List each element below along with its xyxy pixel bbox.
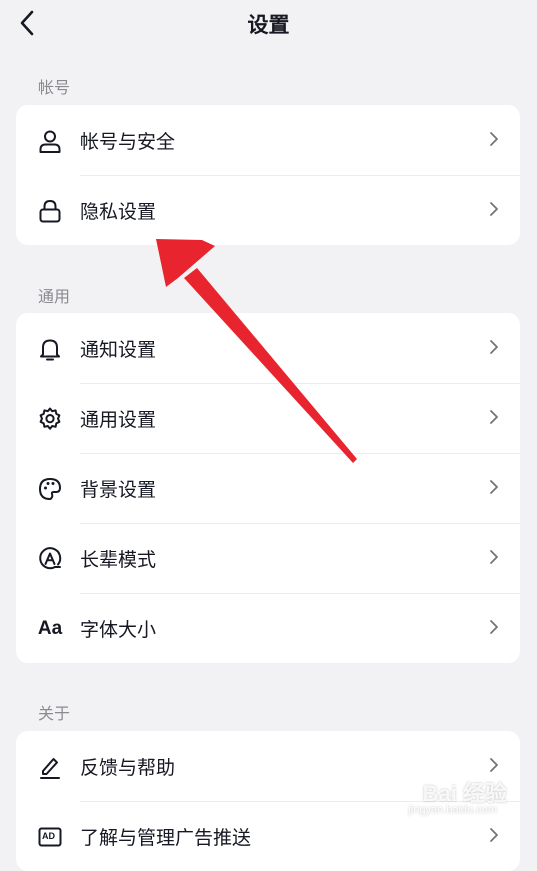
chevron-right-icon — [490, 550, 498, 564]
chevron-right-icon — [490, 202, 498, 216]
settings-row-label: 字体大小 — [80, 619, 157, 641]
settings-row-font-size[interactable]: Aa 字体大小 — [16, 593, 520, 663]
watermark-url: jingyan.baidu.com — [408, 804, 497, 816]
ad-icon: AD — [36, 823, 64, 851]
account-card: 帐号与安全 隐私设置 — [16, 105, 520, 245]
gear-icon — [36, 405, 64, 433]
elder-mode-icon — [36, 545, 64, 573]
settings-row-background[interactable]: 背景设置 — [16, 453, 520, 523]
settings-row-label: 背景设置 — [80, 479, 157, 501]
settings-row-label: 长辈模式 — [80, 549, 157, 571]
nav-bar: 设置 — [0, 0, 537, 50]
section-label-about: 关于 — [38, 704, 71, 723]
settings-row-label: 反馈与帮助 — [80, 757, 176, 779]
settings-row-label: 隐私设置 — [80, 201, 157, 223]
bell-icon — [36, 335, 64, 363]
section-label-account: 帐号 — [38, 78, 71, 97]
ad-icon-text: AD — [42, 831, 55, 841]
page-title: 设置 — [247, 13, 290, 37]
user-icon — [36, 127, 64, 155]
chevron-right-icon — [490, 758, 498, 772]
settings-row-label: 帐号与安全 — [80, 131, 176, 153]
chevron-right-icon — [490, 340, 498, 354]
settings-row-label: 通知设置 — [80, 339, 157, 361]
general-card: 通知设置 通用设置 背景设置 长辈模式 Aa 字体大小 — [16, 313, 520, 663]
font-size-icon: Aa — [37, 618, 63, 639]
settings-row-notifications[interactable]: 通知设置 — [16, 313, 520, 383]
chevron-right-icon — [490, 132, 498, 146]
lock-icon — [36, 197, 64, 225]
chevron-right-icon — [490, 620, 498, 634]
settings-row-label: 通用设置 — [80, 409, 157, 431]
chevron-right-icon — [490, 828, 498, 842]
chevron-right-icon — [490, 410, 498, 424]
annotation-arrow-head — [156, 239, 215, 287]
edit-icon — [36, 753, 64, 781]
section-label-general: 通用 — [38, 287, 71, 306]
settings-row-account-security[interactable]: 帐号与安全 — [16, 105, 520, 175]
settings-row-general[interactable]: 通用设置 — [16, 383, 520, 453]
palette-icon — [36, 475, 64, 503]
settings-row-privacy[interactable]: 隐私设置 — [16, 175, 520, 245]
settings-row-elder-mode[interactable]: 长辈模式 — [16, 523, 520, 593]
chevron-right-icon — [490, 480, 498, 494]
